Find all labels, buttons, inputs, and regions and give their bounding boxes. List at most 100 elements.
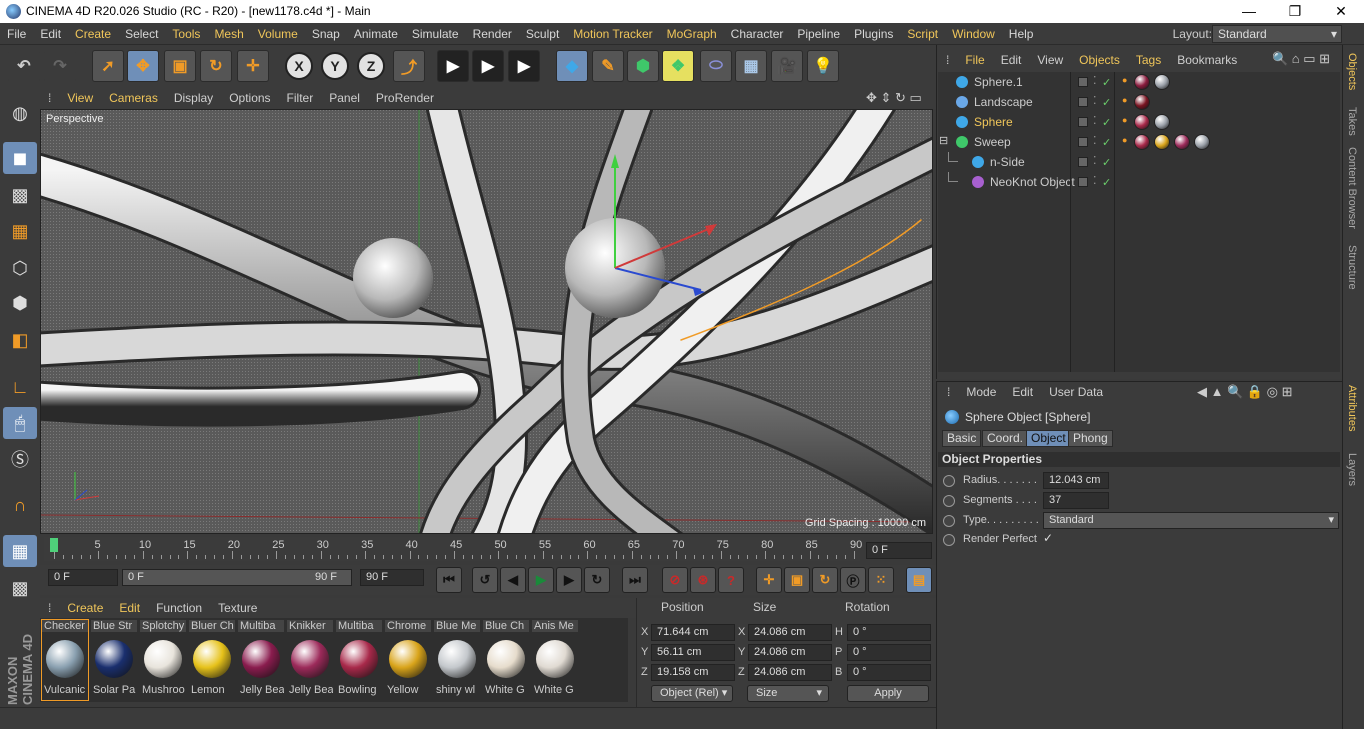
current-frame-field[interactable]: 0 F <box>866 542 932 559</box>
menu-motion-tracker[interactable]: Motion Tracker <box>566 23 659 45</box>
go-to-end-icon[interactable]: ⏭ <box>622 567 648 593</box>
material-swatch[interactable]: Anis Me White G <box>532 620 578 700</box>
viewport-menu-filter[interactable]: Filter <box>279 87 322 109</box>
cloner-icon[interactable]: ❖ <box>662 50 694 82</box>
object-menu-view[interactable]: View <box>1029 50 1071 70</box>
axis-mode-icon[interactable]: ∟ <box>3 371 37 403</box>
material-tag-icon[interactable] <box>1134 74 1150 90</box>
keyframe-selection-icon[interactable]: ? <box>718 567 744 593</box>
object-row-sphere[interactable]: Sphere ⁚ ✓ ● <box>938 112 1340 132</box>
make-editable-icon[interactable]: ◍ <box>3 97 37 129</box>
editor-visibility-dots[interactable]: ⁚ <box>1093 174 1097 187</box>
visibility-toggle[interactable] <box>1078 137 1088 147</box>
radius-animate-dot[interactable] <box>943 475 955 487</box>
object-menu-tags[interactable]: Tags <box>1128 50 1169 70</box>
viewport-menu-view[interactable]: View <box>59 87 101 109</box>
key-pla-icon[interactable]: ⁙ <box>868 567 894 593</box>
key-parameter-icon[interactable]: Ⓟ <box>840 567 866 593</box>
solo-mode-icon[interactable]: Ⓢ <box>3 443 37 475</box>
size-mode-select[interactable]: Size ▾ <box>747 685 829 702</box>
type-select[interactable]: Standard ▾ <box>1043 512 1339 529</box>
object-menu-edit[interactable]: Edit <box>993 50 1030 70</box>
segments-animate-dot[interactable] <box>943 495 955 507</box>
menu-animate[interactable]: Animate <box>347 23 405 45</box>
maximize-button[interactable]: ❐ <box>1272 0 1318 23</box>
light-icon[interactable]: 💡 <box>807 50 839 82</box>
menu-tools[interactable]: Tools <box>165 23 207 45</box>
attributes-nav-icons[interactable]: ◀ ▲ 🔍 🔒 ◎ ⊞ <box>1197 384 1293 400</box>
side-tab-layers[interactable]: Layers <box>1346 453 1358 486</box>
menu-plugins[interactable]: Plugins <box>847 23 900 45</box>
key-rotation-icon[interactable]: ↻ <box>812 567 838 593</box>
object-row-n-side[interactable]: n-Side ⁚ ✓ <box>938 152 1340 172</box>
enabled-check-icon[interactable]: ✓ <box>1102 116 1111 129</box>
texture-mode-icon[interactable]: ▩ <box>3 179 37 211</box>
previous-frame-icon[interactable]: ◀ <box>500 567 526 593</box>
size-z-field[interactable]: 24.086 cm <box>748 664 832 681</box>
pen-spline-icon[interactable]: ✎ <box>592 50 624 82</box>
enabled-check-icon[interactable]: ✓ <box>1102 156 1111 169</box>
object-row-sphere-1[interactable]: Sphere.1 ⁚ ✓ ● <box>938 72 1340 92</box>
viewport-menu-options[interactable]: Options <box>221 87 278 109</box>
deformer-icon[interactable]: ⬭ <box>700 50 732 82</box>
material-menu-create[interactable]: Create <box>59 598 111 618</box>
coordinate-system-icon[interactable]: ⤴ <box>393 50 425 82</box>
object-row-sweep[interactable]: ⊟ Sweep ⁚ ✓ ● <box>938 132 1340 152</box>
rotate-tool-icon[interactable]: ↻ <box>200 50 232 82</box>
next-frame-icon[interactable]: ▶ <box>556 567 582 593</box>
viewport-menu-prorender[interactable]: ProRender <box>368 87 442 109</box>
menu-pipeline[interactable]: Pipeline <box>790 23 847 45</box>
material-swatch[interactable]: Bluer Ch Lemon <box>189 620 235 700</box>
minimize-button[interactable]: — <box>1226 0 1272 23</box>
edges-mode-icon[interactable]: ⬢ <box>3 287 37 319</box>
menu-simulate[interactable]: Simulate <box>405 23 466 45</box>
viewport-perspective[interactable]: Perspective Grid Spacing : 10000 cm <box>40 109 933 534</box>
editor-visibility-dots[interactable]: ⁚ <box>1093 154 1097 167</box>
size-x-field[interactable]: 24.086 cm <box>748 624 832 641</box>
material-swatch[interactable]: Blue Me shiny wl <box>434 620 480 700</box>
material-swatch[interactable]: Blue Ch White G <box>483 620 529 700</box>
rot-p-field[interactable]: 0 ° <box>847 644 931 661</box>
side-tab-structure[interactable]: Structure <box>1346 245 1358 290</box>
collapse-icon[interactable]: ⊟ <box>939 134 948 147</box>
viewport-menu-display[interactable]: Display <box>166 87 221 109</box>
material-tag-icon[interactable] <box>1134 134 1150 150</box>
go-to-start-icon[interactable]: ⏮ <box>436 567 462 593</box>
pos-y-field[interactable]: 56.11 cm <box>651 644 735 661</box>
frame-range-slider[interactable]: 0 F 90 F <box>122 569 352 586</box>
material-menu-edit[interactable]: Edit <box>111 598 148 618</box>
rot-h-field[interactable]: 0 ° <box>847 624 931 641</box>
attributes-menu-mode[interactable]: Mode <box>958 382 1004 402</box>
render-settings-icon[interactable]: ▶ <box>508 50 540 82</box>
menu-edit[interactable]: Edit <box>33 23 68 45</box>
material-swatch[interactable]: Chrome Yellow <box>385 620 431 700</box>
material-tag-icon[interactable] <box>1154 74 1170 90</box>
snap-icon[interactable]: ∩ <box>3 489 37 521</box>
menu-create[interactable]: Create <box>68 23 118 45</box>
editor-visibility-dots[interactable]: ⁚ <box>1093 94 1097 107</box>
pos-x-field[interactable]: 71.644 cm <box>651 624 735 641</box>
select-tool-icon[interactable]: ➚ <box>92 50 124 82</box>
material-tag-icon[interactable] <box>1194 134 1210 150</box>
timeline-window-icon[interactable]: ▤ <box>906 567 932 593</box>
menu-character[interactable]: Character <box>724 23 791 45</box>
render-perfect-animate-dot[interactable] <box>943 534 955 546</box>
timeline-ruler[interactable]: 051015202530354045505560657075808590 <box>44 537 862 561</box>
floor-icon[interactable]: ▦ <box>735 50 767 82</box>
size-y-field[interactable]: 24.086 cm <box>748 644 832 661</box>
material-menu-texture[interactable]: Texture <box>210 598 265 618</box>
material-tag-icon[interactable] <box>1134 114 1150 130</box>
auto-key-icon[interactable]: ⊛ <box>690 567 716 593</box>
material-tag-icon[interactable] <box>1174 134 1190 150</box>
phong-tag-icon[interactable]: ● <box>1122 135 1127 145</box>
side-tab-objects[interactable]: Objects <box>1346 53 1358 90</box>
object-menu-file[interactable]: File <box>957 50 992 70</box>
editor-visibility-dots[interactable]: ⁚ <box>1093 134 1097 147</box>
menu-mograph[interactable]: MoGraph <box>660 23 724 45</box>
material-swatch[interactable]: Multiba Bowling <box>336 620 382 700</box>
menu-file[interactable]: File <box>0 23 33 45</box>
visibility-toggle[interactable] <box>1078 97 1088 107</box>
record-keys-icon[interactable]: ⊘ <box>662 567 688 593</box>
start-frame-field[interactable]: 0 F <box>48 569 118 586</box>
object-row-neoknot-object[interactable]: NeoKnot Object ⁚ ✓ <box>938 172 1340 192</box>
